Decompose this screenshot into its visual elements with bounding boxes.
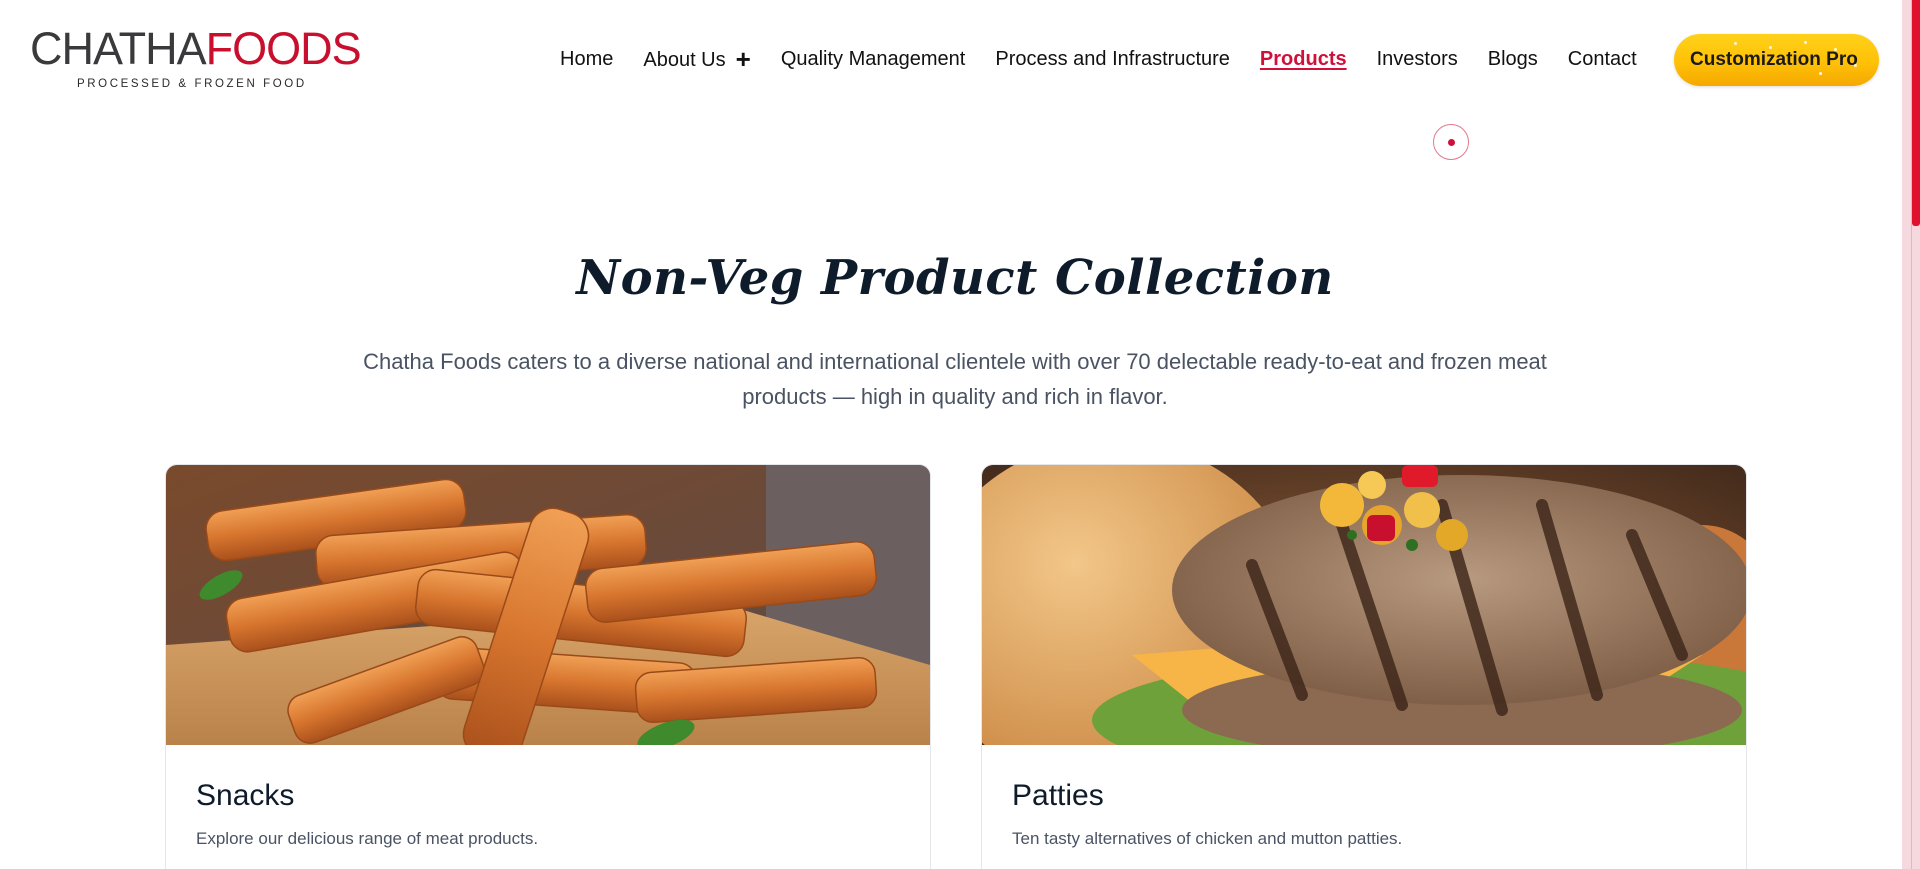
snacks-image bbox=[166, 465, 930, 745]
brand-logo[interactable]: CHATHAFOODS PROCESSED & FROZEN FOOD bbox=[30, 23, 362, 96]
nav-about-us-label: About Us bbox=[643, 48, 726, 71]
logo-text-part2: FOODS bbox=[205, 23, 362, 74]
card-title-snacks: Snacks bbox=[196, 779, 295, 812]
sparkle-icon bbox=[1804, 41, 1807, 44]
nav-products[interactable]: Products bbox=[1260, 36, 1347, 82]
nav-quality-management[interactable]: Quality Management bbox=[781, 36, 966, 82]
snacks-illustration bbox=[166, 465, 930, 745]
card-title-patties: Patties bbox=[1012, 779, 1104, 812]
nav-about-us[interactable]: About Us + bbox=[643, 36, 750, 83]
logo-text-part1: CHATHA bbox=[30, 23, 207, 74]
section-title: Non-Veg Product Collection bbox=[576, 250, 1334, 307]
logo-tagline: PROCESSED & FROZEN FOOD bbox=[77, 78, 307, 90]
page-scrollbar[interactable] bbox=[1902, 0, 1920, 869]
sparkle-icon bbox=[1854, 64, 1857, 67]
patties-illustration bbox=[982, 465, 1746, 745]
site-header: CHATHAFOODS PROCESSED & FROZEN FOOD Home… bbox=[0, 0, 1900, 120]
card-text-patties: Ten tasty alternatives of chicken and mu… bbox=[1012, 829, 1403, 848]
scrollbar-thumb[interactable] bbox=[1912, 0, 1920, 226]
snacks-card-body: Snacks Explore our delicious range of me… bbox=[166, 779, 930, 849]
sparkle-icon bbox=[1734, 42, 1737, 45]
product-card-snacks[interactable]: Snacks Explore our delicious range of me… bbox=[165, 464, 931, 869]
section-description: Chatha Foods caters to a diverse nationa… bbox=[363, 349, 1547, 409]
page: CHATHAFOODS PROCESSED & FROZEN FOOD Home… bbox=[0, 0, 1920, 869]
nav-home[interactable]: Home bbox=[560, 36, 613, 82]
sparkle-icon bbox=[1834, 48, 1837, 51]
plus-icon[interactable]: + bbox=[736, 36, 751, 82]
logo-wordmark: CHATHAFOODS bbox=[30, 23, 362, 74]
sparkle-icon bbox=[1819, 72, 1822, 75]
customization-program-button[interactable]: Customization Pro bbox=[1674, 34, 1879, 86]
nav-investors[interactable]: Investors bbox=[1377, 36, 1458, 82]
main-nav: Home About Us + Quality Management Proces… bbox=[560, 36, 1667, 82]
dot-icon bbox=[1433, 124, 1469, 160]
card-text-snacks: Explore our delicious range of meat prod… bbox=[196, 829, 539, 848]
patties-card-body: Patties Ten tasty alternatives of chicke… bbox=[982, 779, 1746, 849]
nav-blogs[interactable]: Blogs bbox=[1488, 36, 1538, 82]
cta-label: Customization Pro bbox=[1690, 49, 1858, 70]
nav-process-infrastructure[interactable]: Process and Infrastructure bbox=[995, 36, 1230, 82]
sparkle-icon bbox=[1769, 46, 1772, 49]
patties-image bbox=[982, 465, 1746, 745]
product-card-patties[interactable]: Patties Ten tasty alternatives of chicke… bbox=[981, 464, 1747, 869]
nav-contact[interactable]: Contact bbox=[1568, 36, 1637, 82]
